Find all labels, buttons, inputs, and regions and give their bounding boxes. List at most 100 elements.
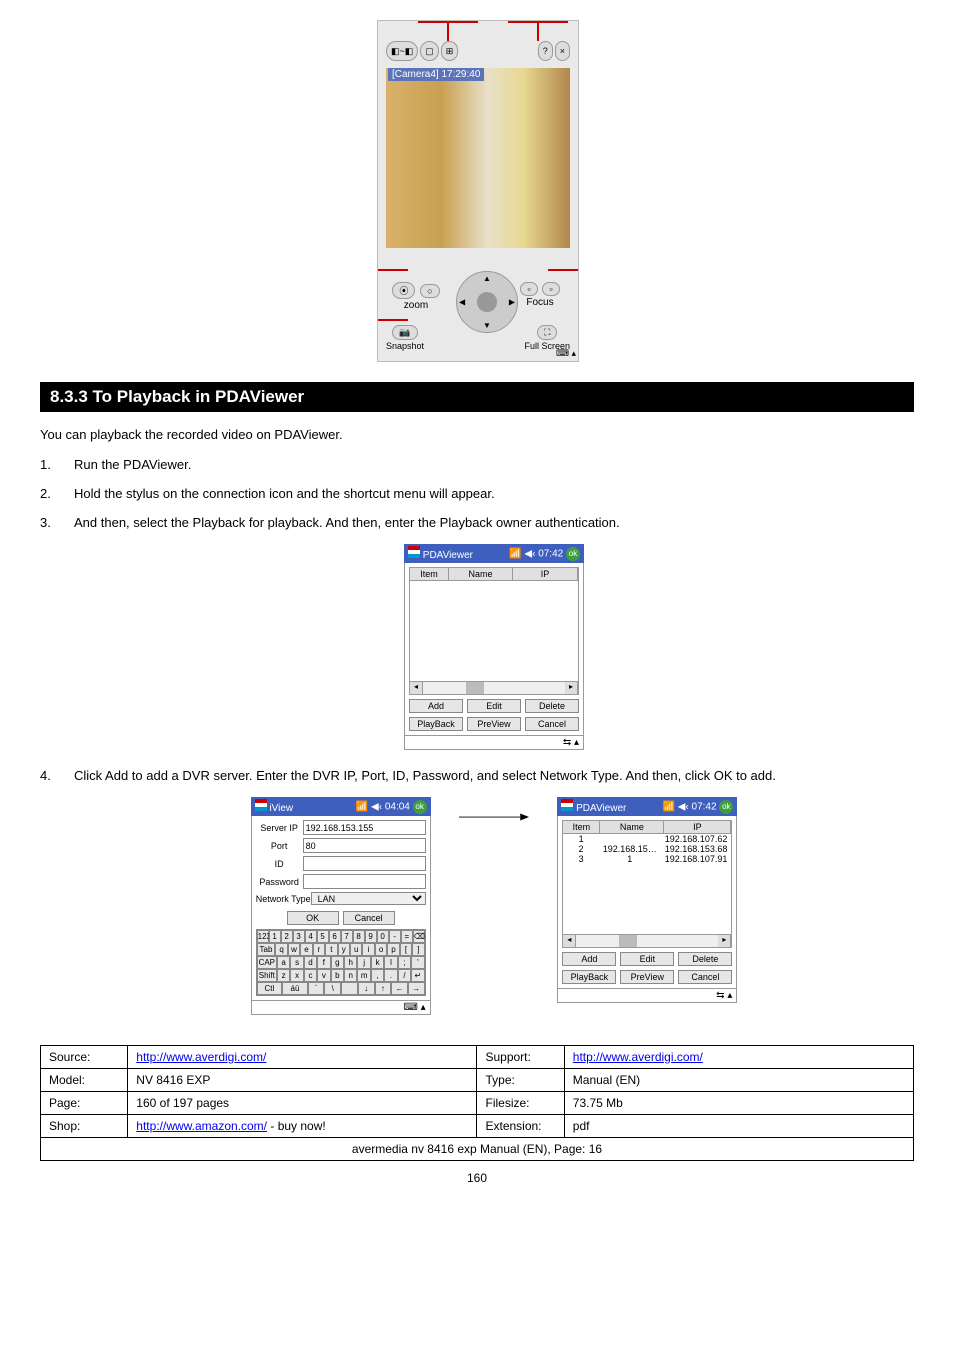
table-row[interactable]: 31192.168.107.91 <box>563 854 731 864</box>
hscrollbar[interactable]: ◂ ▸ <box>562 935 732 948</box>
ok-button[interactable]: OK <box>287 911 339 925</box>
col-name[interactable]: Name <box>449 568 513 580</box>
preview-button[interactable]: PreView <box>467 717 521 731</box>
keyboard-key[interactable]: ' <box>411 956 424 969</box>
keyboard-key[interactable]: [ <box>400 943 412 956</box>
id-field[interactable] <box>303 856 426 871</box>
server-list[interactable]: 1192.168.107.622192.168.15…192.168.153.6… <box>562 834 732 935</box>
col-item[interactable]: Item <box>563 821 600 833</box>
keyboard-key[interactable]: 1 <box>269 930 281 943</box>
keyboard-key[interactable]: Shift <box>257 969 277 982</box>
keyboard-key[interactable] <box>341 982 358 995</box>
scroll-left-icon[interactable]: ◂ <box>410 682 423 694</box>
toolbar-info-icon[interactable]: ? <box>538 41 553 61</box>
sip-icon[interactable]: ⌨ ▴ <box>556 348 576 359</box>
keyboard-key[interactable]: . <box>384 969 397 982</box>
toolbar-quad-icon[interactable]: ⊞ <box>441 41 459 61</box>
preview-button[interactable]: PreView <box>620 970 674 984</box>
keyboard-key[interactable]: 4 <box>305 930 317 943</box>
snapshot-button[interactable]: 📷 <box>392 325 417 340</box>
toolbar-close-icon[interactable]: × <box>555 41 570 61</box>
zoom-in-icon[interactable]: ⦿ <box>392 282 415 299</box>
playback-button[interactable]: PlayBack <box>562 970 616 984</box>
edit-button[interactable]: Edit <box>620 952 674 966</box>
keyboard-key[interactable]: ↑ <box>375 982 392 995</box>
toolbar-single-icon[interactable]: ▢ <box>420 41 439 61</box>
keyboard-key[interactable]: 7 <box>341 930 353 943</box>
keyboard-key[interactable]: 2 <box>281 930 293 943</box>
keyboard-key[interactable]: g <box>331 956 344 969</box>
add-button[interactable]: Add <box>562 952 616 966</box>
server-ip-field[interactable] <box>303 820 426 835</box>
focus-far-icon[interactable]: ▫ <box>542 282 559 296</box>
password-field[interactable] <box>303 874 426 889</box>
server-list[interactable] <box>409 581 579 682</box>
edit-button[interactable]: Edit <box>467 699 521 713</box>
keyboard-key[interactable]: ; <box>398 956 411 969</box>
add-button[interactable]: Add <box>409 699 463 713</box>
soft-keyboard[interactable]: 1231234567890-=⌫ Tabqwertyuiop[] CAPasdf… <box>256 929 426 996</box>
keyboard-key[interactable]: , <box>371 969 384 982</box>
keyboard-key[interactable]: ↓ <box>358 982 375 995</box>
keyboard-key[interactable]: 9 <box>365 930 377 943</box>
keyboard-key[interactable]: u <box>350 943 362 956</box>
delete-button[interactable]: Delete <box>678 952 732 966</box>
col-item[interactable]: Item <box>410 568 449 580</box>
zoom-out-icon[interactable]: ○ <box>420 284 439 298</box>
keyboard-key[interactable]: - <box>389 930 401 943</box>
keyboard-key[interactable]: 0 <box>377 930 389 943</box>
keyboard-key[interactable]: 8 <box>353 930 365 943</box>
focus-near-icon[interactable]: ▫ <box>520 282 537 296</box>
keyboard-key[interactable]: 123 <box>257 930 269 943</box>
keyboard-key[interactable]: 6 <box>329 930 341 943</box>
keyboard-key[interactable]: 5 <box>317 930 329 943</box>
keyboard-key[interactable]: ← <box>391 982 408 995</box>
keyboard-key[interactable]: q <box>275 943 287 956</box>
ok-icon[interactable]: ok <box>566 547 580 561</box>
scroll-left-icon[interactable]: ◂ <box>563 935 576 947</box>
scroll-right-icon[interactable]: ▸ <box>565 682 578 694</box>
keyboard-key[interactable]: l <box>384 956 397 969</box>
keyboard-key[interactable]: v <box>317 969 330 982</box>
keyboard-key[interactable]: 3 <box>293 930 305 943</box>
keyboard-key[interactable]: m <box>357 969 370 982</box>
keyboard-key[interactable]: t <box>325 943 337 956</box>
fullscreen-button[interactable]: ⛶ <box>537 325 557 340</box>
scroll-right-icon[interactable]: ▸ <box>718 935 731 947</box>
keyboard-key[interactable]: c <box>304 969 317 982</box>
keyboard-key[interactable]: CAP <box>257 956 277 969</box>
keyboard-key[interactable]: j <box>357 956 370 969</box>
keyboard-key[interactable]: ↵ <box>411 969 424 982</box>
keyboard-key[interactable]: d <box>304 956 317 969</box>
ptz-dpad[interactable]: ▲ ▼ ◀ ▶ <box>456 271 518 333</box>
cancel-button[interactable]: Cancel <box>525 717 579 731</box>
col-ip[interactable]: IP <box>513 568 578 580</box>
playback-button[interactable]: PlayBack <box>409 717 463 731</box>
col-name[interactable]: Name <box>600 821 664 833</box>
keyboard-key[interactable]: n <box>344 969 357 982</box>
keyboard-key[interactable]: b <box>331 969 344 982</box>
keyboard-key[interactable]: i <box>362 943 374 956</box>
keyboard-key[interactable]: w <box>288 943 300 956</box>
col-ip[interactable]: IP <box>664 821 731 833</box>
hscrollbar[interactable]: ◂ ▸ <box>409 682 579 695</box>
keyboard-key[interactable]: ] <box>412 943 424 956</box>
ok-icon[interactable]: ok <box>719 800 733 814</box>
keyboard-key[interactable]: / <box>398 969 411 982</box>
keyboard-key[interactable]: s <box>290 956 303 969</box>
sip-bar[interactable]: ⇆ ▴ <box>557 989 737 1003</box>
keyboard-key[interactable]: \ <box>324 982 341 995</box>
sip-bar[interactable]: ⇆ ▴ <box>404 736 584 750</box>
toolbar-connect-icon[interactable]: ◧~◧ <box>386 41 418 61</box>
keyboard-key[interactable]: Tab <box>257 943 276 956</box>
shop-link[interactable]: http://www.amazon.com/ <box>136 1119 267 1133</box>
network-type-select[interactable]: LAN <box>311 892 426 905</box>
keyboard-key[interactable]: h <box>344 956 357 969</box>
cancel-button[interactable]: Cancel <box>343 911 395 925</box>
support-link[interactable]: http://www.averdigi.com/ <box>573 1050 703 1064</box>
keyboard-key[interactable]: z <box>277 969 290 982</box>
table-row[interactable]: 1192.168.107.62 <box>563 834 731 844</box>
keyboard-key[interactable]: f <box>317 956 330 969</box>
keyboard-key[interactable]: y <box>338 943 350 956</box>
keyboard-key[interactable]: e <box>300 943 312 956</box>
